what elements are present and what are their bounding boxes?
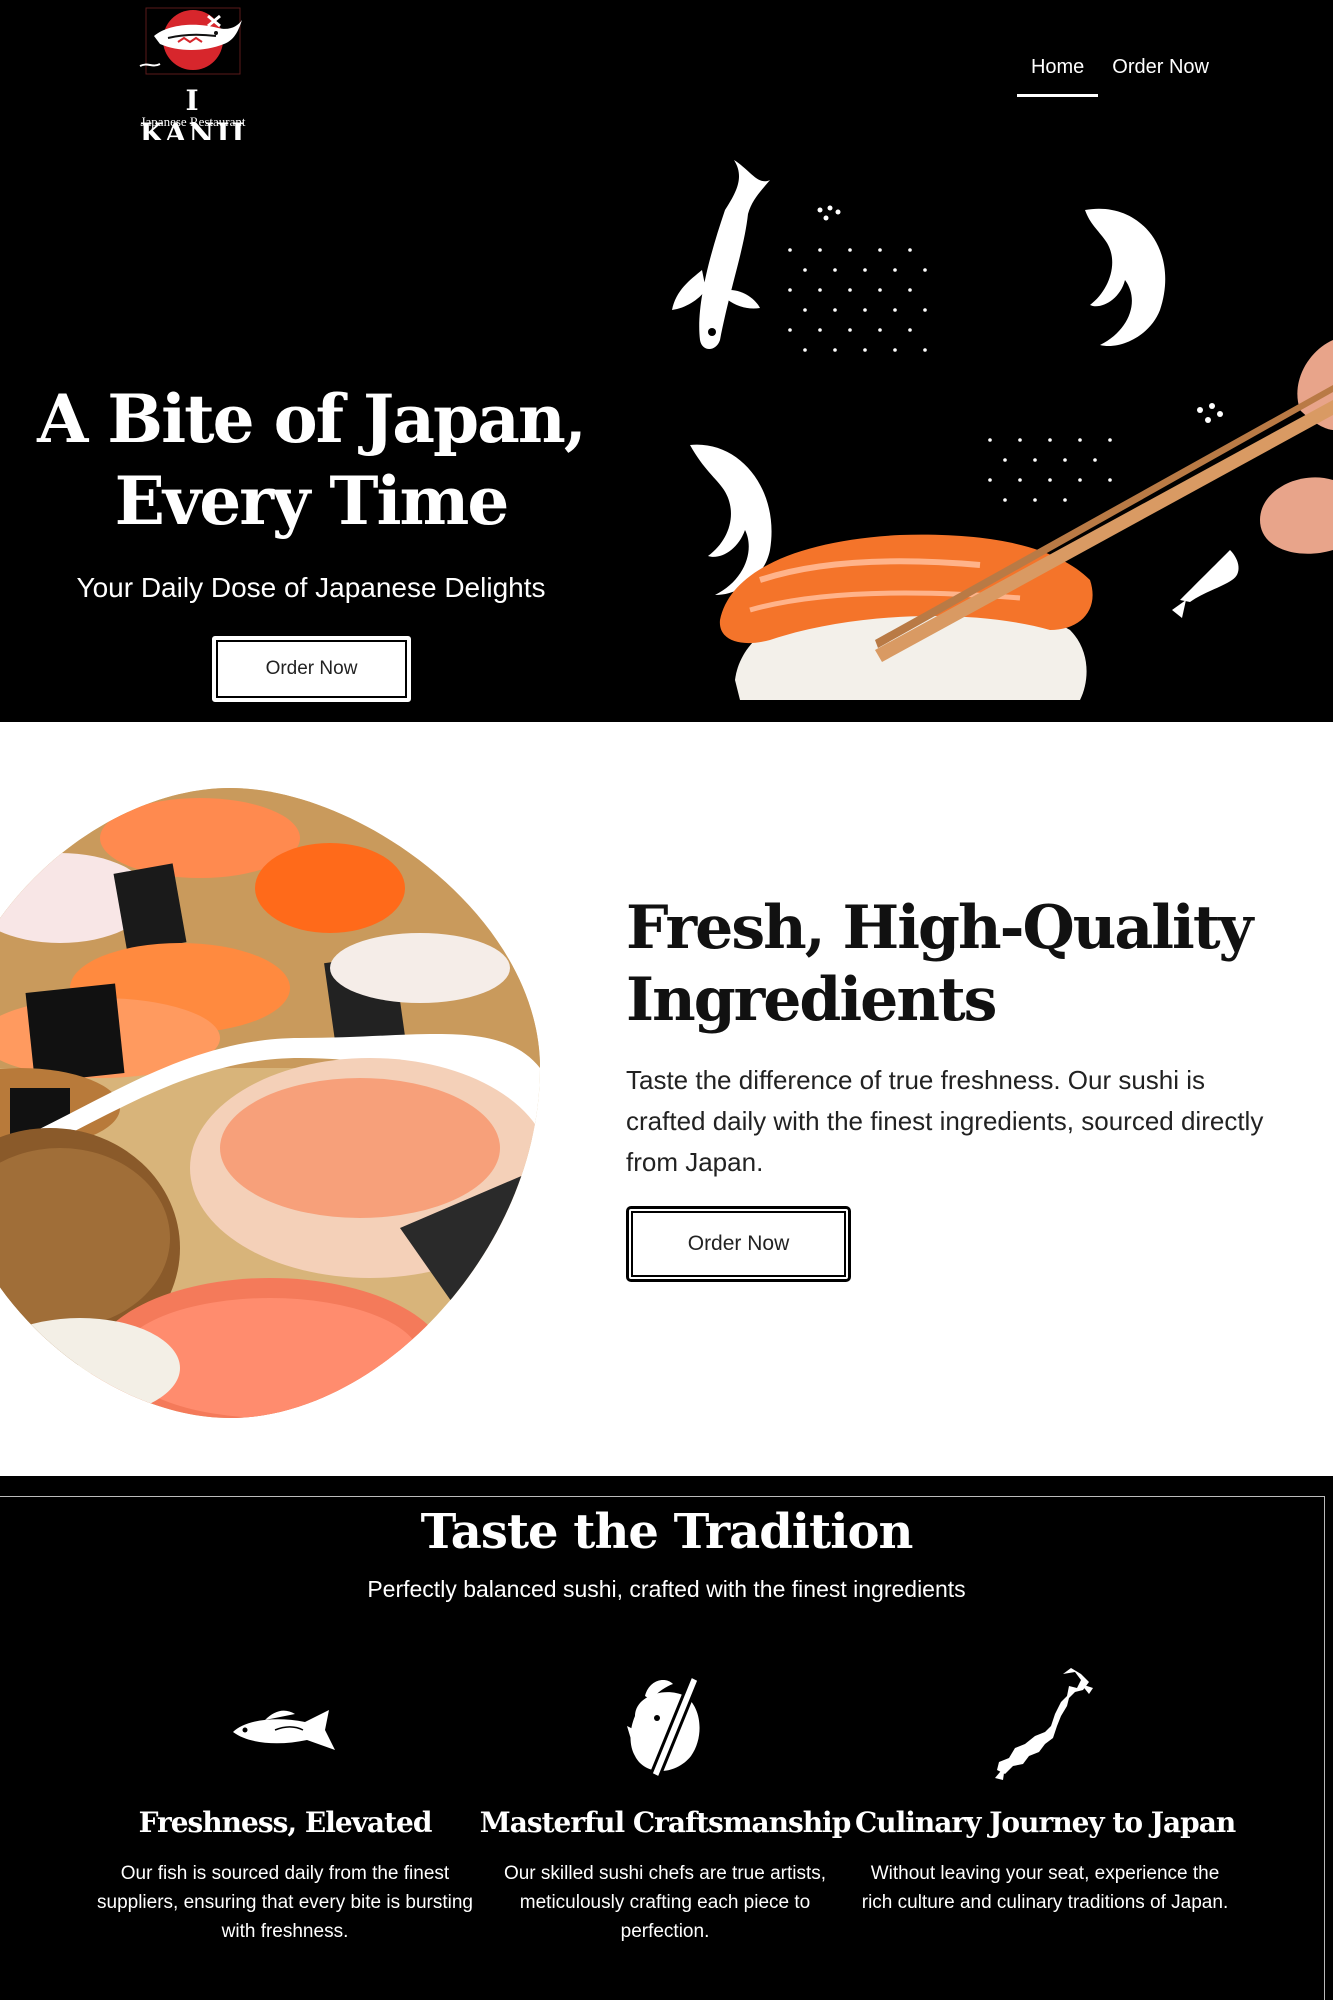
salmon-nigiri-image [719, 534, 1093, 700]
journey-card-text: Without leaving your seat, experience th… [861, 1863, 1229, 1913]
koi-logo-icon [139, 7, 242, 75]
small-fish-icon [1172, 550, 1239, 618]
ingredients-description: Taste the difference of true freshness. … [626, 1065, 1264, 1177]
section-border-right [1324, 1496, 1325, 2000]
hero-title: A Bite of Japan, Every Time [37, 380, 587, 540]
sushi-platter-image [0, 788, 540, 1418]
restaurant-logo[interactable]: I KANJI Japanese Restaurant [128, 6, 258, 150]
craftsmanship-card-text: Our skilled sushi chefs are true artists… [503, 1863, 827, 1942]
tradition-title: Taste the Tradition [420, 1504, 914, 1560]
fish-icon [233, 1710, 335, 1750]
koi-fish-icon [672, 160, 770, 349]
freshness-card-text: Our fish is sourced daily from the fines… [97, 1863, 473, 1942]
japan-map-icon [995, 1668, 1093, 1780]
craftsmanship-card-title: Masterful Craftsmanship [479, 1806, 852, 1839]
hero-section: A Bite of Japan, Every Time Your Daily D… [0, 140, 1333, 722]
tradition-section: Taste the Tradition Perfectly balanced s… [0, 1476, 1333, 2000]
freshness-card-title: Freshness, Elevated [138, 1806, 433, 1839]
nav-order-now-link[interactable]: Order Now [1098, 56, 1223, 97]
chef-knife-icon [627, 1673, 701, 1781]
nav-home-link[interactable]: Home [1016, 56, 1099, 97]
feature-card-craftsmanship: Masterful Craftsmanship Our skilled sush… [475, 1666, 855, 1946]
ingredients-section: Fresh, High-Quality Ingredients Taste th… [0, 722, 1333, 1476]
feature-card-freshness: Freshness, Elevated Our fish is sourced … [95, 1666, 475, 1946]
hero-order-now-button[interactable]: Order Now [212, 636, 411, 702]
main-nav: Home Order Now [1016, 56, 1223, 97]
ingredients-title: Fresh, High-Quality Ingredients [626, 893, 1253, 1035]
tradition-subtitle: Perfectly balanced sushi, crafted with t… [367, 1576, 966, 1602]
site-header: I KANJI Japanese Restaurant Home Order N… [0, 0, 1333, 150]
journey-card-title: Culinary Journey to Japan [855, 1806, 1236, 1839]
hero-sushi-illustration [672, 160, 1333, 700]
hero-subtitle: Your Daily Dose of Japanese Delights [76, 572, 546, 603]
section-border-top [0, 1496, 1325, 1497]
ingredients-order-now-button[interactable]: Order Now [626, 1206, 851, 1282]
logo-tagline: Japanese Restaurant [140, 114, 246, 129]
feature-card-journey: Culinary Journey to Japan Without leavin… [855, 1666, 1236, 1917]
